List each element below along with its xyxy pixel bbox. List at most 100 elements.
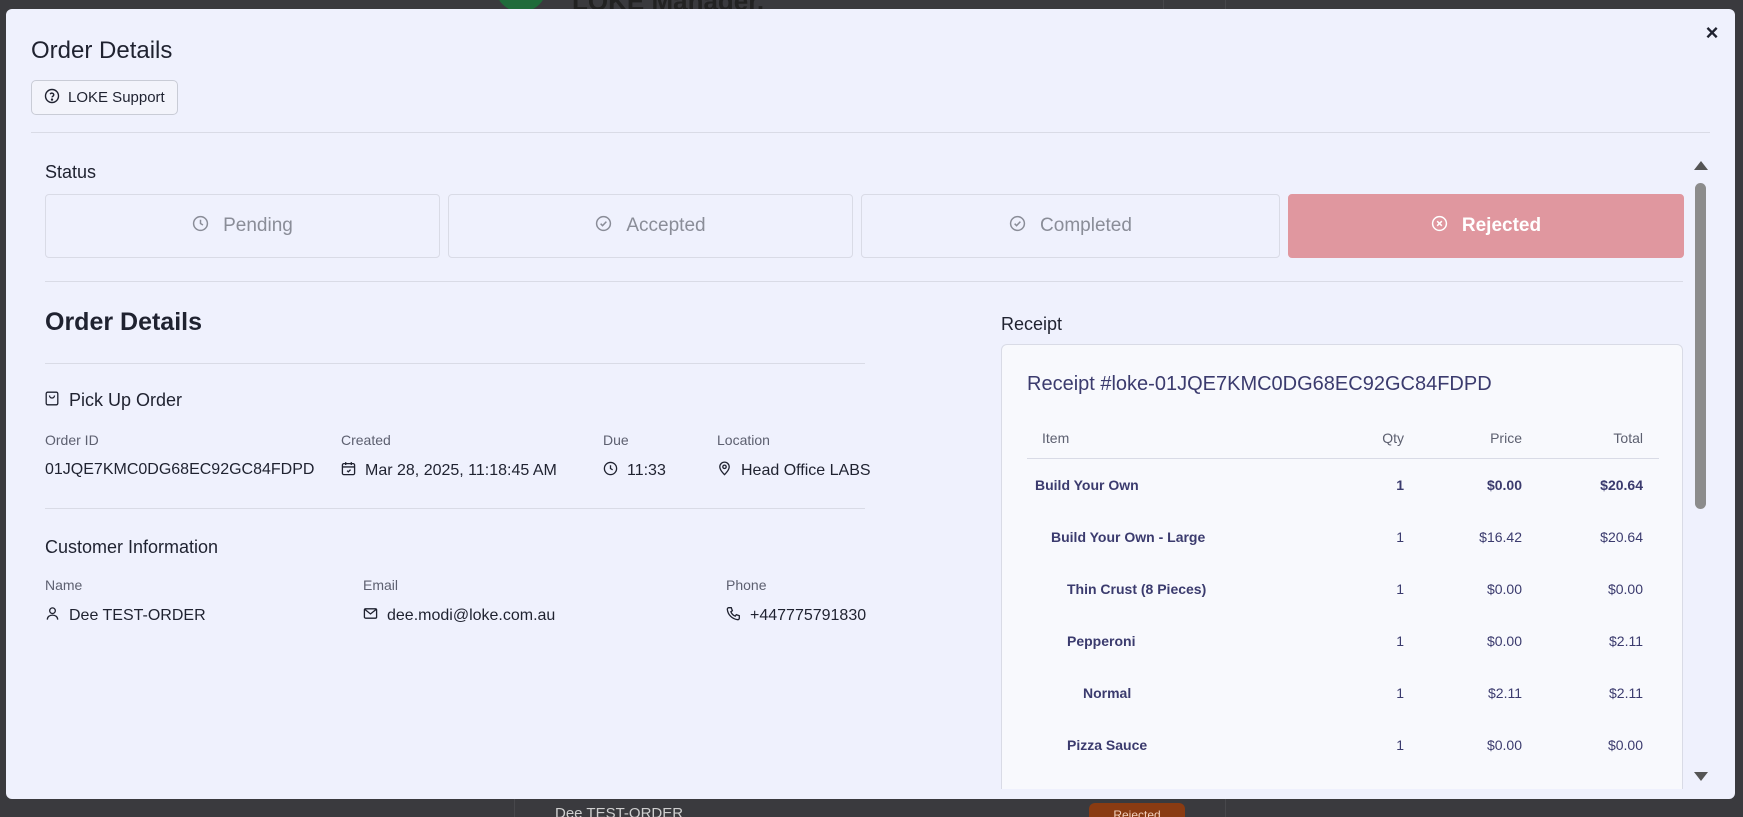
row-qty: 1 bbox=[1396, 685, 1404, 701]
shopping-bag-icon bbox=[45, 390, 59, 411]
row-item: Normal bbox=[1083, 685, 1132, 701]
bg-status-badge: Rejected bbox=[1089, 803, 1185, 817]
loke-support-button[interactable]: LOKE Support bbox=[31, 80, 178, 115]
map-pin-icon bbox=[717, 461, 732, 481]
modal-scroll-area[interactable]: Status Pending Accepted Completed Reject… bbox=[31, 149, 1710, 789]
scroll-up-arrow-icon[interactable] bbox=[1694, 161, 1708, 170]
created-label: Created bbox=[341, 432, 391, 448]
email-value: dee.modi@loke.com.au bbox=[363, 606, 555, 626]
status-rejected-button[interactable]: Rejected bbox=[1288, 194, 1684, 258]
order-details-heading: Order Details bbox=[45, 308, 203, 336]
row-total: $0.00 bbox=[1607, 581, 1643, 597]
email-text: dee.modi@loke.com.au bbox=[387, 607, 556, 624]
receipt-table-header: Item Qty Price Total bbox=[1027, 417, 1659, 459]
created-text: Mar 28, 2025, 11:18:45 AM bbox=[365, 462, 557, 479]
receipt-row: Build Your Own 1 $0.00 $20.64 bbox=[1027, 459, 1659, 511]
scroll-down-arrow-icon[interactable] bbox=[1694, 772, 1708, 781]
due-label: Due bbox=[603, 432, 629, 448]
location-value: Head Office LABS bbox=[717, 461, 871, 481]
scrollbar-thumb[interactable] bbox=[1695, 183, 1706, 509]
order-id-value: 01JQE7KMC0DG68EC92GC84FDPD bbox=[45, 461, 314, 479]
row-total: $2.11 bbox=[1609, 633, 1643, 649]
row-qty: 1 bbox=[1396, 581, 1404, 597]
order-type-label: Pick Up Order bbox=[69, 390, 183, 410]
location-text: Head Office LABS bbox=[741, 462, 871, 479]
phone-label: Phone bbox=[726, 577, 767, 593]
row-qty: 1 bbox=[1396, 477, 1404, 493]
bg-row-name: Dee TEST-ORDER bbox=[555, 805, 684, 817]
modal-title: Order Details bbox=[31, 37, 173, 64]
receipt-title: Receipt #loke-01JQE7KMC0DG68EC92GC84FDPD bbox=[1027, 373, 1492, 395]
clock-icon bbox=[603, 461, 618, 481]
receipt-row: Pepperoni 1 $0.00 $2.11 bbox=[1027, 615, 1659, 667]
status-heading: Status bbox=[45, 162, 97, 182]
due-value: 11:33 bbox=[603, 461, 666, 481]
check-circle-icon bbox=[595, 215, 612, 238]
phone-value: +447775791830 bbox=[726, 606, 866, 626]
receipt-row: Pizza Sauce 1 $0.00 $0.00 bbox=[1027, 719, 1659, 771]
receipt-row: Thin Crust (8 Pieces) 1 $0.00 $0.00 bbox=[1027, 563, 1659, 615]
name-value: Dee TEST-ORDER bbox=[45, 606, 206, 626]
status-completed-button[interactable]: Completed bbox=[861, 194, 1280, 258]
row-price: $0.00 bbox=[1486, 633, 1522, 649]
receipt-card: Receipt #loke-01JQE7KMC0DG68EC92GC84FDPD… bbox=[1001, 344, 1683, 789]
header-total: Total bbox=[1613, 430, 1643, 446]
name-text: Dee TEST-ORDER bbox=[69, 607, 206, 624]
row-total: $2.11 bbox=[1609, 685, 1643, 701]
row-total: $20.64 bbox=[1600, 529, 1643, 545]
receipt-table: Item Qty Price Total Build Your Own 1 $0… bbox=[1027, 417, 1659, 771]
row-item: Build Your Own - Large bbox=[1051, 529, 1206, 545]
calendar-icon bbox=[341, 461, 356, 481]
divider bbox=[31, 132, 1710, 133]
help-circle-icon bbox=[44, 88, 60, 108]
email-label: Email bbox=[363, 577, 399, 593]
status-pending-button[interactable]: Pending bbox=[45, 194, 440, 258]
order-id-text: 01JQE7KMC0DG68EC92GC84FDPD bbox=[45, 461, 315, 478]
row-total: $20.64 bbox=[1600, 477, 1643, 493]
row-price: $2.11 bbox=[1488, 685, 1522, 701]
due-text: 11:33 bbox=[627, 462, 666, 479]
row-price: $0.00 bbox=[1486, 581, 1522, 597]
status-label: Rejected bbox=[1461, 215, 1542, 236]
divider bbox=[45, 508, 865, 509]
divider bbox=[45, 281, 1683, 282]
status-label: Completed bbox=[1040, 215, 1132, 236]
close-button[interactable]: × bbox=[1701, 22, 1723, 45]
created-value: Mar 28, 2025, 11:18:45 AM bbox=[341, 461, 557, 481]
divider bbox=[45, 363, 865, 364]
check-circle-icon bbox=[1009, 215, 1026, 238]
receipt-row: Normal 1 $2.11 $2.11 bbox=[1027, 667, 1659, 719]
support-label: LOKE Support bbox=[68, 89, 165, 106]
row-qty: 1 bbox=[1396, 737, 1404, 753]
row-item: Pizza Sauce bbox=[1067, 737, 1148, 753]
status-label: Accepted bbox=[626, 215, 706, 236]
header-item: Item bbox=[1042, 430, 1070, 446]
status-label: Pending bbox=[223, 215, 293, 236]
order-id-label: Order ID bbox=[45, 432, 99, 448]
clock-icon bbox=[192, 215, 209, 238]
order-type: Pick Up Order bbox=[45, 390, 182, 411]
row-item: Thin Crust (8 Pieces) bbox=[1067, 581, 1207, 597]
location-label: Location bbox=[717, 432, 770, 448]
status-accepted-button[interactable]: Accepted bbox=[448, 194, 853, 258]
x-circle-icon bbox=[1431, 215, 1448, 238]
row-price: $16.42 bbox=[1479, 529, 1522, 545]
mail-icon bbox=[363, 606, 378, 626]
row-total: $0.00 bbox=[1607, 737, 1643, 753]
scrollbar[interactable] bbox=[1691, 159, 1709, 783]
row-price: $0.00 bbox=[1486, 737, 1522, 753]
customer-info-heading: Customer Information bbox=[45, 537, 219, 557]
row-item: Build Your Own bbox=[1035, 477, 1139, 493]
row-price: $0.00 bbox=[1486, 477, 1522, 493]
receipt-row: Build Your Own - Large 1 $16.42 $20.64 bbox=[1027, 511, 1659, 563]
phone-text: +447775791830 bbox=[750, 607, 867, 624]
row-qty: 1 bbox=[1396, 633, 1404, 649]
row-qty: 1 bbox=[1396, 529, 1404, 545]
header-qty: Qty bbox=[1382, 430, 1404, 446]
phone-icon bbox=[726, 606, 741, 626]
user-icon bbox=[45, 606, 60, 626]
header-price: Price bbox=[1490, 430, 1522, 446]
receipt-heading: Receipt bbox=[1001, 314, 1063, 334]
order-details-modal: × Order Details LOKE Support Status Pend… bbox=[6, 9, 1735, 799]
row-item: Pepperoni bbox=[1067, 633, 1136, 649]
